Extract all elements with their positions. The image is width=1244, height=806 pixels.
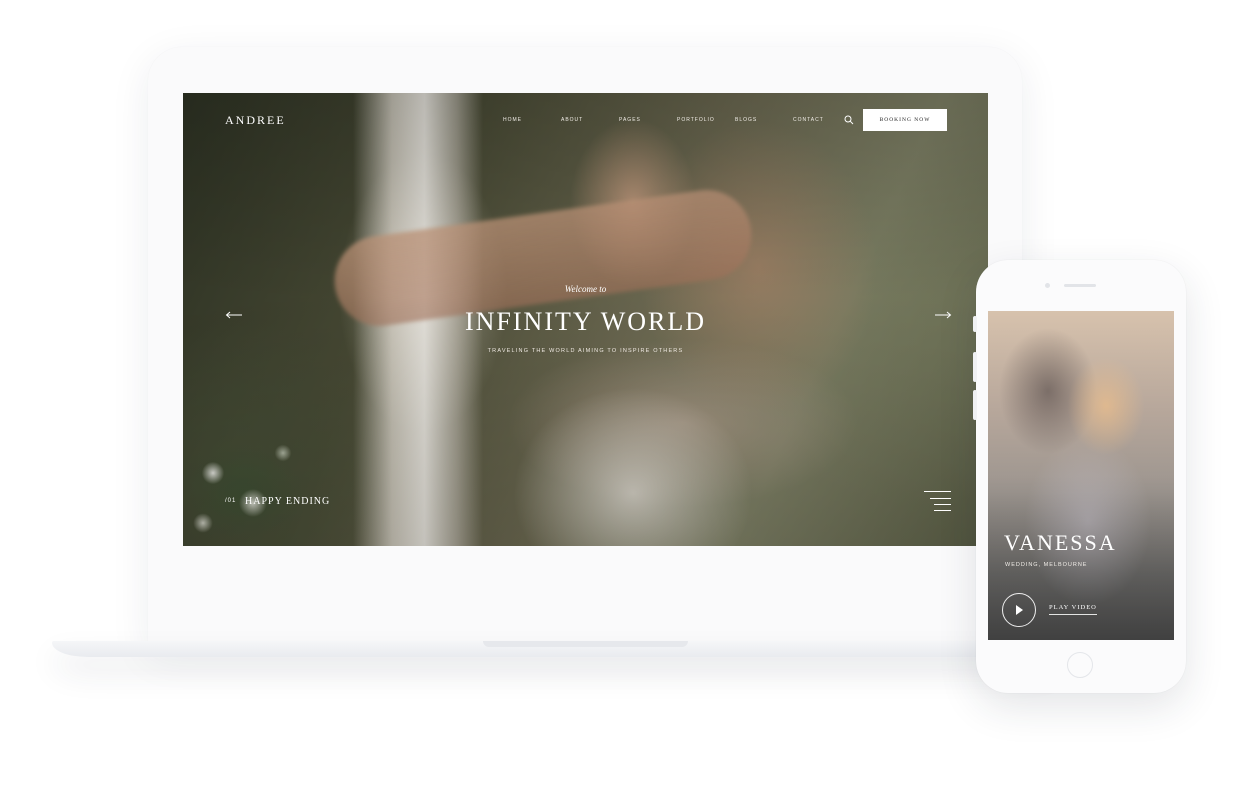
- play-video-button[interactable]: [1002, 593, 1036, 627]
- play-video-link[interactable]: PLAY VIDEO: [1049, 604, 1097, 615]
- hamburger-line: [924, 491, 951, 492]
- slide-title[interactable]: HAPPY ENDING: [245, 496, 330, 507]
- menu-item-blogs[interactable]: BLOGS: [735, 117, 793, 123]
- hero-title: INFINITY WORLD: [464, 307, 707, 336]
- site-logo[interactable]: ANDREE: [225, 113, 286, 128]
- hamburger-icon[interactable]: [924, 491, 951, 511]
- phone-side-button: [973, 316, 977, 332]
- menu-item-pages[interactable]: PAGES: [619, 117, 677, 123]
- stage: ANDREE HOME ABOUT PAGES PORTFOLIO BLOGS …: [0, 0, 1244, 806]
- laptop-notch: [483, 641, 688, 647]
- laptop-screen: ANDREE HOME ABOUT PAGES PORTFOLIO BLOGS …: [183, 93, 988, 546]
- menu-item-contact[interactable]: CONTACT: [793, 117, 851, 123]
- hero-welcome-text: Welcome to: [564, 284, 607, 294]
- main-menu: HOME ABOUT PAGES PORTFOLIO BLOGS CONTACT: [503, 117, 851, 123]
- hamburger-line: [934, 504, 951, 505]
- booking-now-button[interactable]: BOOKING NOW: [863, 109, 947, 131]
- hero-subtitle: TRAVELING THE WORLD AIMING TO INSPIRE OT…: [487, 348, 684, 354]
- mobile-hero-title: VANESSA: [1004, 530, 1117, 555]
- hamburger-line: [930, 498, 951, 499]
- phone-hero-overlay: [988, 311, 1174, 640]
- phone-side-button: [973, 352, 977, 382]
- slide-number: /01: [225, 498, 237, 504]
- menu-item-home[interactable]: HOME: [503, 117, 561, 123]
- phone-side-button: [973, 390, 977, 420]
- mobile-hero-subtitle: WEDDING, MELBOURNE: [1005, 562, 1088, 568]
- phone-speaker: [1064, 284, 1096, 287]
- phone-camera: [1045, 283, 1050, 288]
- phone-home-button[interactable]: [1067, 652, 1093, 678]
- menu-item-portfolio[interactable]: PORTFOLIO: [677, 117, 735, 123]
- menu-item-about[interactable]: ABOUT: [561, 117, 619, 123]
- top-navigation: ANDREE HOME ABOUT PAGES PORTFOLIO BLOGS …: [183, 93, 988, 148]
- search-icon[interactable]: [844, 115, 854, 125]
- hamburger-line: [934, 510, 951, 511]
- play-icon: [1016, 605, 1023, 615]
- phone-screen: VANESSA WEDDING, MELBOURNE PLAY VIDEO: [988, 311, 1174, 640]
